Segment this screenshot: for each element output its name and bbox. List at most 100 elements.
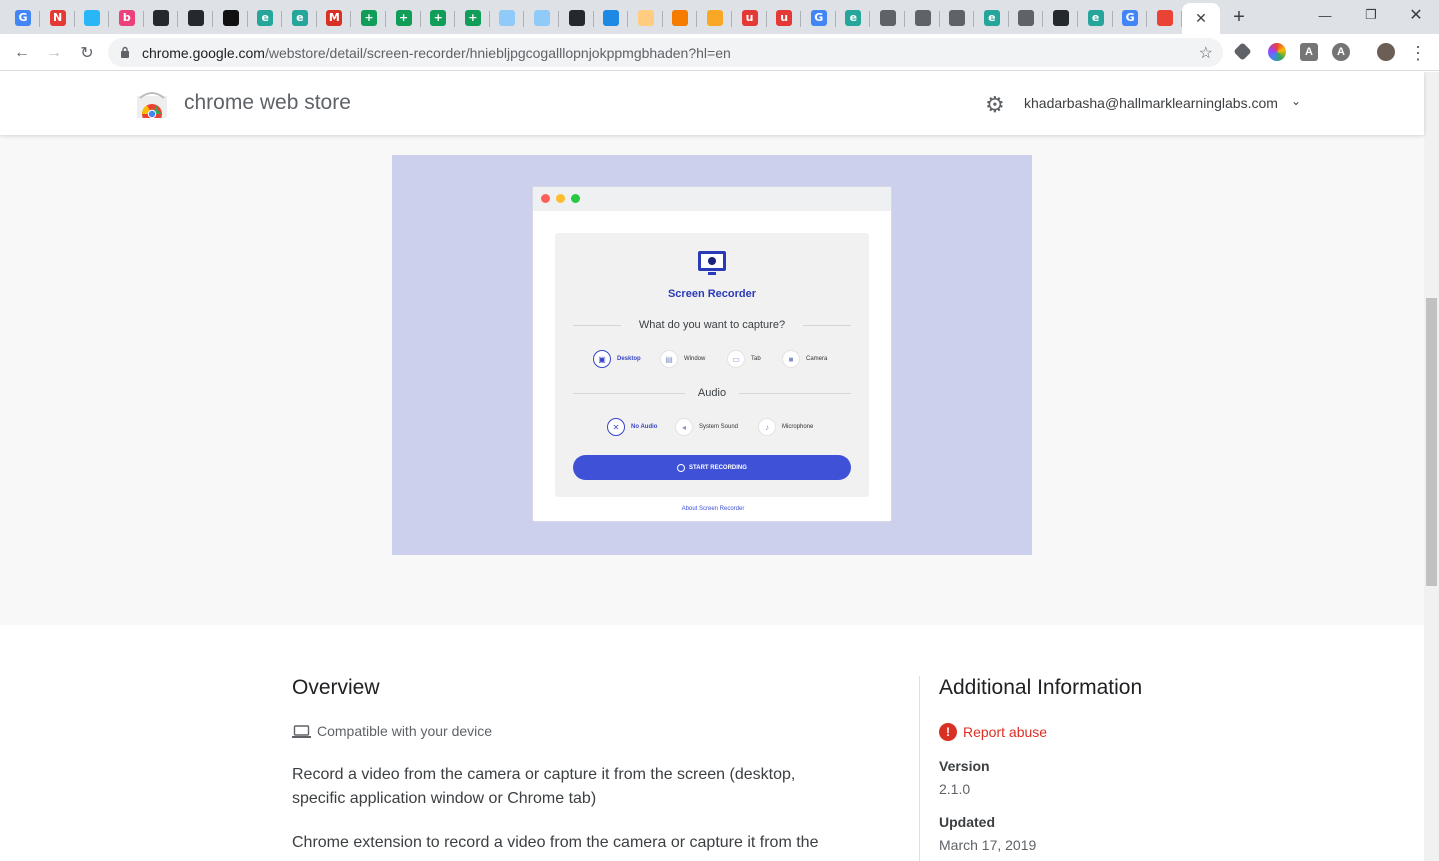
browser-tab[interactable]: u [767,3,802,32]
browser-tab[interactable] [663,3,698,32]
gear-icon[interactable]: ⚙ [985,92,1005,118]
report-abuse-link[interactable]: ! Report abuse [939,723,1047,741]
browser-menu-icon[interactable]: ⋮ [1406,41,1430,65]
browser-tab[interactable] [560,3,594,32]
google-icon: G [15,9,31,26]
browser-tab[interactable] [1148,3,1182,32]
browser-tab[interactable]: + [421,3,456,32]
option-no-audio[interactable]: ✕ No Audio [607,418,657,436]
close-dot-icon [541,194,550,203]
browser-tab[interactable]: N [41,3,75,32]
gmail-icon: M [326,9,343,26]
speaker-icon: ◂ [675,418,693,436]
option-tab[interactable]: ▭ Tab [727,350,761,368]
app-title: Screen Recorder [667,288,757,300]
color-picker-extension-icon[interactable] [1268,43,1286,61]
github-icon [568,9,585,26]
mute-icon: ✕ [607,418,625,436]
account-email[interactable]: khadarbasha@hallmarklearninglabs.com [1024,95,1278,111]
font-extension-icon[interactable]: A [1300,43,1318,61]
tab-strip: G Nb e e M + + + + u u Ge e e G ✕ + — ❐ ✕ [0,0,1439,34]
extension-screenshot[interactable]: Screen Recorder What do you want to capt… [392,155,1032,555]
browser-tab[interactable]: e [283,3,317,32]
store-title[interactable]: chrome web store [184,91,351,115]
pma-icon [707,9,723,26]
maximize-dot-icon [571,194,580,203]
url-text: chrome.google.com/webstore/detail/screen… [142,45,731,61]
mock-titlebar [533,187,891,211]
browser-tab[interactable]: + [456,3,490,32]
close-tab-icon[interactable]: ✕ [1195,10,1207,27]
browser-tab[interactable]: G [6,3,40,32]
github-icon [153,9,170,26]
browser-tab[interactable] [1009,3,1044,32]
browser-tab[interactable]: G [1113,3,1148,32]
globe-icon [949,9,966,26]
close-window-button[interactable]: ✕ [1393,0,1439,30]
browser-tab[interactable] [940,3,975,32]
browser-tab[interactable] [906,3,940,32]
forward-button[interactable]: → [42,41,66,65]
start-recording-button[interactable]: START RECORDING [573,455,851,480]
edu-icon: e [257,9,274,26]
screenshot-gallery: Screen Recorder What do you want to capt… [0,135,1424,625]
active-tab[interactable]: ✕ [1182,3,1220,34]
restore-button[interactable]: ❐ [1348,0,1394,30]
option-camera[interactable]: ■ Camera [782,350,827,368]
browser-tab[interactable]: + [387,3,421,32]
browser-tab[interactable]: e [975,3,1009,32]
lock-icon [121,46,129,58]
new-tab-button[interactable]: + [1226,6,1252,28]
reload-button[interactable]: ↻ [75,41,99,65]
browser-tab[interactable] [629,3,663,32]
github-icon [188,9,204,26]
browser-tab[interactable] [1044,3,1078,32]
browser-tab[interactable]: u [733,3,767,32]
browser-tab[interactable]: G [802,3,836,32]
u-icon: u [776,9,793,26]
option-system-sound[interactable]: ◂ System Sound [675,418,738,436]
capture-question: What do you want to capture? [638,319,786,331]
extension-diamond-icon[interactable] [1233,42,1252,61]
browser-tab[interactable] [179,3,213,32]
browser-toolbar: ← → ↻ chrome.google.com/webstore/detail/… [0,34,1439,71]
person-icon [603,9,620,26]
browser-tab[interactable]: + [352,3,386,32]
browser-tab[interactable]: e [248,3,283,32]
browser-tab[interactable] [214,3,248,32]
scrollbar-thumb[interactable] [1426,298,1437,586]
chrome-web-store-logo-icon[interactable] [137,90,167,118]
back-button[interactable]: ← [10,41,34,65]
chevron-down-icon[interactable]: ⌄ [1291,94,1301,108]
browser-tab[interactable] [871,3,905,32]
browser-tab[interactable] [144,3,179,32]
compatibility-note: Compatible with your device [292,723,492,739]
store-header: chrome web store ⚙ khadarbasha@hallmarkl… [0,72,1424,135]
b-icon: b [118,9,135,26]
browser-tab[interactable] [698,3,732,32]
browser-tab[interactable] [594,3,629,32]
browser-tab[interactable] [75,3,110,32]
angular-extension-icon[interactable]: A [1332,43,1350,61]
browser-tab[interactable]: M [317,3,352,32]
description-paragraph-1: Record a video from the camera or captur… [292,766,796,807]
globe-icon [1018,9,1035,26]
minimize-button[interactable]: — [1302,0,1348,30]
bookmark-star-icon[interactable]: ☆ [1199,43,1213,63]
option-window[interactable]: ▤ Window [660,350,705,368]
browser-tab[interactable]: e [836,3,871,32]
address-bar[interactable]: chrome.google.com/webstore/detail/screen… [108,38,1223,67]
profile-avatar[interactable] [1377,43,1395,61]
pie-icon [84,9,101,26]
option-desktop[interactable]: ▣ Desktop [593,350,641,368]
edu-icon: e [1087,9,1104,26]
option-microphone[interactable]: ♪ Microphone [758,418,813,436]
browser-tab[interactable]: b [110,3,144,32]
sheets-icon: + [395,9,412,26]
page-scrollbar[interactable] [1424,72,1439,861]
about-link[interactable]: About Screen Recorder [533,506,893,512]
camera-icon: ■ [782,350,800,368]
browser-tab[interactable] [525,3,559,32]
browser-tab[interactable]: e [1079,3,1113,32]
browser-tab[interactable] [490,3,525,32]
